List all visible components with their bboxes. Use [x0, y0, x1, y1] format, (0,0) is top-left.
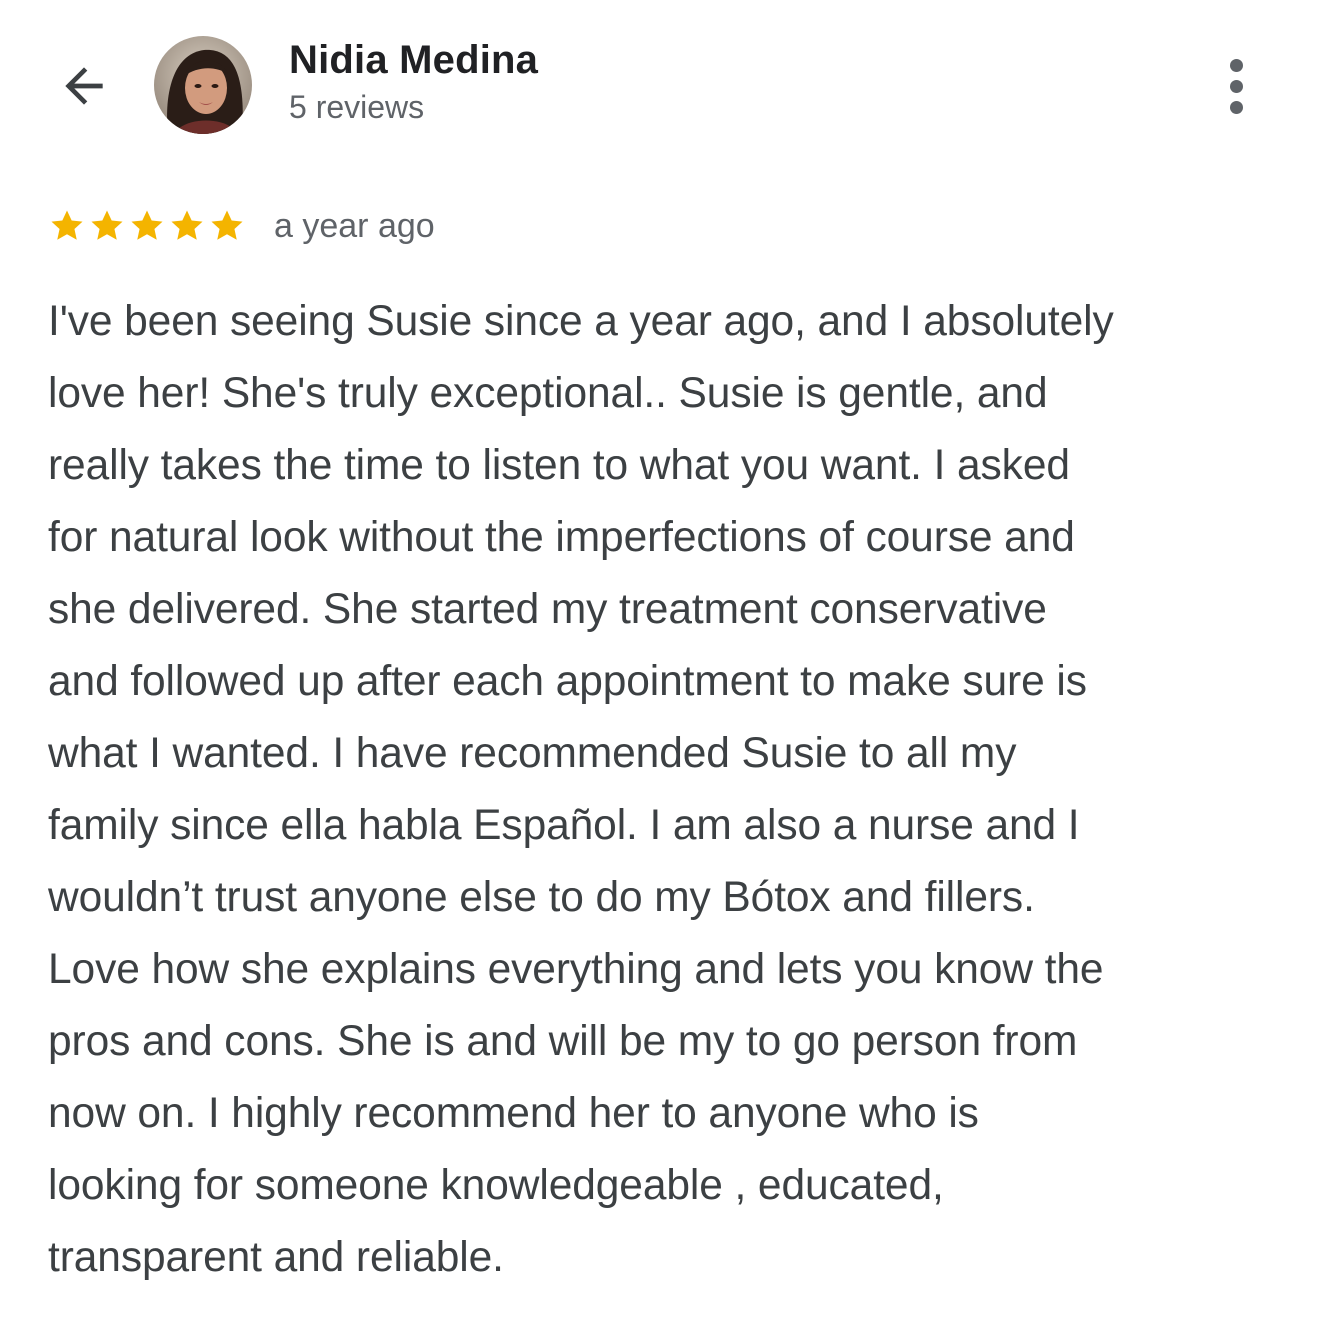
review-text-line: Love how she explains everything and let…: [48, 946, 1104, 993]
review-text-line: I've been seeing Susie since a year ago,…: [48, 298, 1114, 345]
review-time: a year ago: [274, 206, 435, 245]
star-rating: [48, 207, 248, 245]
review-text-line: really takes the time to listen to what …: [48, 442, 1070, 489]
review-text-line: she delivered. She started my treatment …: [48, 586, 1047, 633]
star-icon: [131, 210, 163, 240]
review-text-line: transparent and reliable.: [48, 1234, 504, 1281]
review-text-line: love her! She's truly exceptional.. Susi…: [48, 370, 1048, 417]
review-text-line: pros and cons. She is and will be my to …: [48, 1018, 1078, 1065]
more-vertical-icon: [1229, 58, 1243, 72]
reviewer-review-count[interactable]: 5 reviews: [289, 89, 424, 126]
avatar-photo: [154, 36, 252, 134]
review-text-line: looking for someone knowledgeable , educ…: [48, 1162, 944, 1209]
review-text-line: wouldn’t trust anyone else to do my Bóto…: [48, 874, 1035, 921]
star-icon: [91, 210, 123, 240]
review-text: I've been seeing Susie since a year ago,…: [48, 286, 1280, 1294]
review-text-line: and followed up after each appointment t…: [48, 658, 1087, 705]
review-text-line: now on. I highly recommend her to anyone…: [48, 1090, 979, 1137]
star-icon: [51, 210, 83, 240]
more-vertical-icon-dot: [1229, 79, 1243, 93]
avatar[interactable]: [154, 36, 252, 134]
review-text-line: what I wanted. I have recommended Susie …: [48, 730, 1017, 777]
star-icon: [211, 210, 243, 240]
back-button[interactable]: [48, 50, 120, 122]
review-text-line: family since ella habla Español. I am al…: [48, 802, 1080, 849]
review-header: Nidia Medina 5 reviews: [0, 0, 1320, 160]
more-options-button[interactable]: [1206, 48, 1266, 124]
more-vertical-icon-dot: [1229, 100, 1243, 114]
star-icon: [171, 210, 203, 240]
review-text-line: for natural look without the imperfectio…: [48, 514, 1075, 561]
arrow-left-icon: [65, 67, 103, 105]
rating-row: a year ago: [48, 204, 435, 248]
reviewer-name[interactable]: Nidia Medina: [289, 38, 538, 83]
